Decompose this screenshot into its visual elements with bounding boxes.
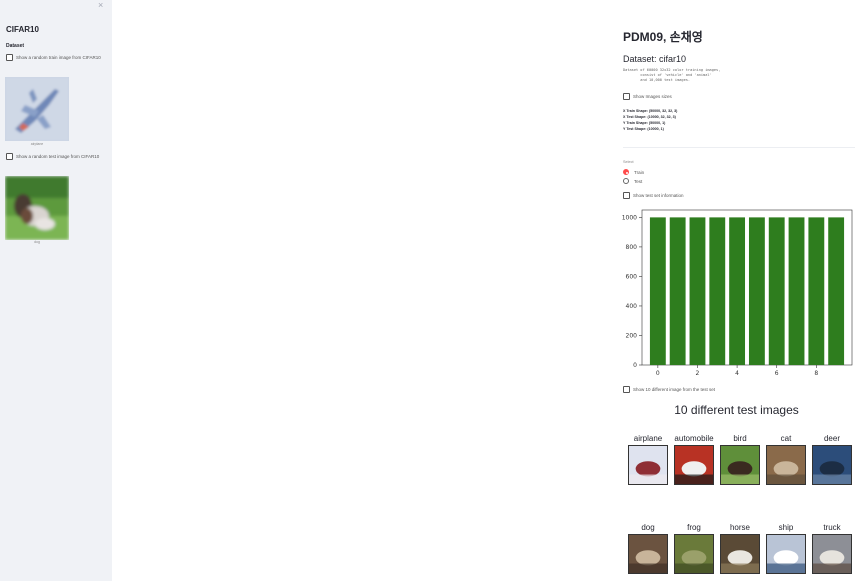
close-sidebar-icon[interactable]: × — [98, 1, 103, 10]
radio-train[interactable]: Train — [623, 169, 644, 176]
test-image-horse — [720, 534, 760, 574]
bar — [748, 217, 765, 365]
bar — [649, 217, 666, 365]
dataset-description: Dataset of 60000 32x32 color training im… — [623, 68, 721, 82]
shape-line: Y Test Shape: (10000, 1) — [623, 127, 664, 131]
x-tick-label: 2 — [696, 370, 700, 377]
test-image-frog — [674, 534, 714, 574]
page-title: PDM09, 손채영 — [623, 30, 703, 44]
y-tick-label: 600 — [626, 273, 638, 280]
train-image-caption: airplane — [30, 142, 44, 146]
show-image-sizes-checkbox[interactable]: Show Images sizes — [623, 93, 672, 100]
sidebar-title: CIFAR10 — [6, 25, 39, 34]
test-image-dog — [628, 534, 668, 574]
bar — [689, 217, 706, 365]
test-image-cell: deer — [809, 434, 855, 485]
y-tick-label: 800 — [626, 244, 638, 251]
x-tick-label: 8 — [814, 370, 818, 377]
test-image-cell: truck — [809, 523, 855, 574]
test-image-bird — [720, 445, 760, 485]
test-image-dog — [5, 176, 69, 240]
test-image-label: horse — [729, 523, 750, 532]
test-image-cell: airplane — [625, 434, 671, 485]
radio-selected-icon[interactable] — [623, 169, 629, 175]
radio-unselected-icon[interactable] — [623, 178, 629, 184]
test-image-label: deer — [823, 434, 840, 443]
test-image-label: frog — [687, 523, 701, 532]
bar — [669, 217, 686, 365]
bar — [808, 217, 825, 365]
show-10-images-checkbox[interactable]: Show 10 different image from the test se… — [623, 386, 715, 393]
shape-list: X Train Shape: (50000, 32, 32, 3) X Test… — [623, 108, 677, 132]
show-image-sizes-label: Show Images sizes — [633, 94, 672, 99]
divider — [623, 147, 855, 148]
class-count-bar-chart: 0 200 400 600 800 1000 0 2 4 6 8 — [622, 209, 853, 377]
test-image-label: automobile — [674, 434, 714, 443]
y-tick-label: 400 — [626, 303, 638, 310]
x-tick-label: 0 — [656, 370, 660, 377]
test-image-cell: frog — [671, 523, 717, 574]
checkbox-icon[interactable] — [623, 386, 630, 393]
test-image-cat — [766, 445, 806, 485]
test-image-deer — [812, 445, 852, 485]
train-image-checkbox-label: Show a random train image from CIFAR10 — [16, 55, 101, 60]
test-image-label: cat — [780, 434, 792, 443]
test-image-cell: automobile — [671, 434, 717, 485]
test-image-caption: dog — [34, 240, 40, 244]
test-image-truck — [812, 534, 852, 574]
test-image-cell: ship — [763, 523, 809, 574]
bar — [828, 217, 845, 365]
test-image-label: bird — [733, 434, 747, 443]
radio-group-label: Select — [623, 160, 634, 164]
y-tick-label: 1000 — [622, 214, 637, 221]
figure-title: 10 different test images — [674, 403, 799, 417]
show-10-images-label: Show 10 different image from the test se… — [633, 387, 715, 392]
test-image-label: airplane — [633, 434, 663, 443]
sidebar-section-heading: Dataset — [6, 43, 25, 49]
test-image-checkbox[interactable]: Show a random test image from CIFAR10 — [6, 153, 106, 160]
checkbox-icon[interactable] — [6, 54, 13, 61]
test-image-ship — [766, 534, 806, 574]
dataset-heading: Dataset: cifar10 — [623, 54, 687, 64]
bar — [709, 217, 726, 365]
test-image-automobile — [674, 445, 714, 485]
main-content: PDM09, 손채영 Dataset: cifar10 Dataset of 6… — [612, 0, 861, 581]
checkbox-icon[interactable] — [623, 93, 630, 100]
sidebar: × CIFAR10 Dataset Show a random train im… — [0, 0, 112, 581]
x-tick-label: 6 — [775, 370, 779, 377]
bar — [788, 217, 805, 365]
bar — [729, 217, 746, 365]
bar — [768, 217, 785, 365]
test-image-cell: bird — [717, 434, 763, 485]
test-image-cell: cat — [763, 434, 809, 485]
test-image-airplane — [628, 445, 668, 485]
y-tick-label: 0 — [633, 362, 637, 369]
test-image-cell: horse — [717, 523, 763, 574]
x-tick-label: 4 — [735, 370, 739, 377]
test-image-checkbox-label: Show a random test image from CIFAR10 — [16, 154, 100, 159]
radio-test[interactable]: Test — [623, 178, 642, 185]
test-image-label: truck — [823, 523, 841, 532]
train-image-checkbox[interactable]: Show a random train image from CIFAR10 — [6, 54, 106, 61]
y-tick-label: 200 — [626, 332, 638, 339]
test-image-label: ship — [778, 523, 794, 532]
checkbox-icon[interactable] — [623, 192, 630, 199]
checkbox-icon[interactable] — [6, 153, 13, 160]
train-image-airplane — [5, 77, 69, 141]
test-image-cell: dog — [625, 523, 671, 574]
test-image-label: dog — [641, 523, 655, 532]
show-test-info-checkbox[interactable]: Show test set information — [623, 192, 684, 199]
show-test-info-label: Show test set information — [633, 193, 684, 198]
